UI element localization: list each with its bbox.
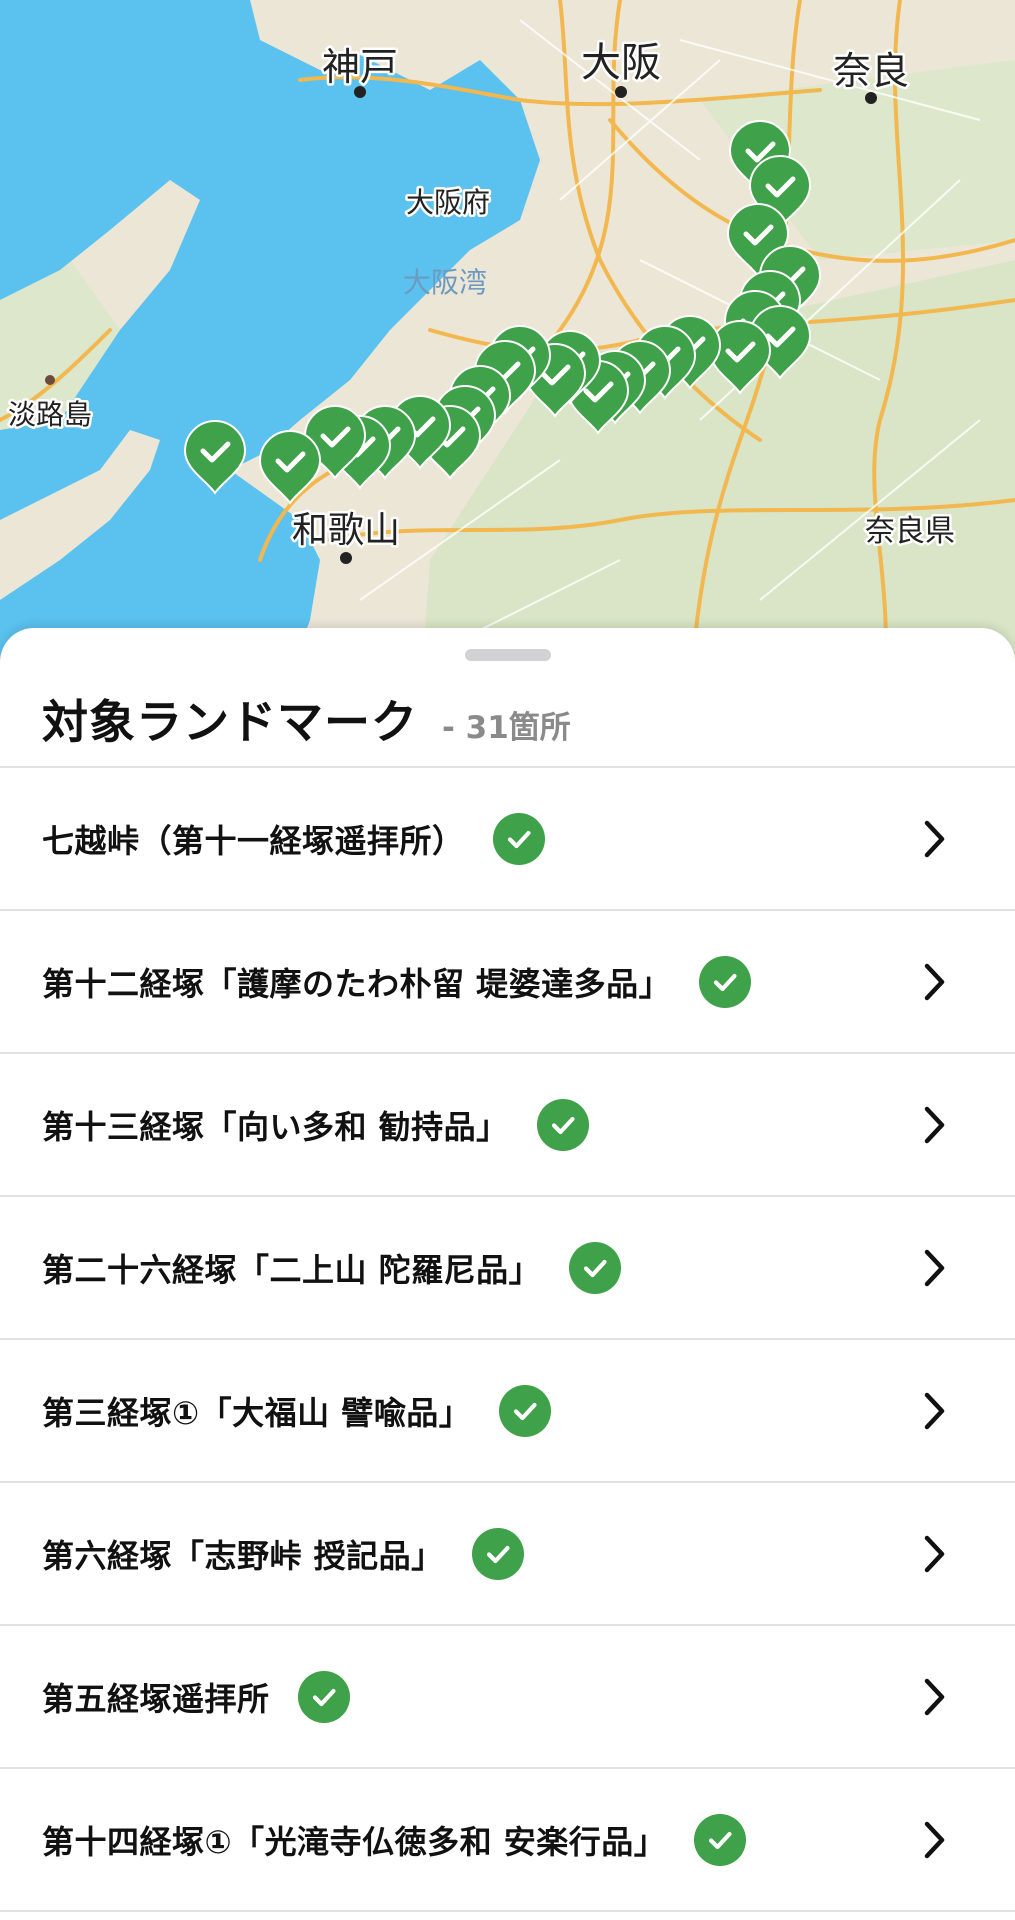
chevron-right-icon[interactable] [913, 1389, 957, 1433]
sheet-drag-handle[interactable] [465, 649, 551, 661]
check-circle-icon [536, 1098, 589, 1151]
landmark-name: 第十二経塚「護摩のたわ朴留 堤婆達多品」 [42, 964, 672, 1003]
landmark-count: - 31箇所 [442, 710, 571, 746]
map-label-osaka-bay: 大阪湾 [403, 266, 487, 299]
check-circle-icon [492, 812, 545, 865]
chevron-right-icon[interactable] [913, 1103, 957, 1147]
landmark-row[interactable]: 七越峠（第十一経塚遥拝所） [0, 768, 1015, 911]
chevron-right-icon[interactable] [913, 1675, 957, 1719]
check-circle-icon [297, 1670, 350, 1723]
map-dot-nara [865, 92, 877, 104]
landmark-row[interactable]: 第十三経塚「向い多和 勧持品」 [0, 1054, 1015, 1197]
map-label-wakayama: 和歌山 [292, 510, 400, 551]
landmark-name: 第二十六経塚「二上山 陀羅尼品」 [42, 1250, 542, 1289]
landmark-list: 七越峠（第十一経塚遥拝所） 第十二経塚「護摩のたわ朴留 堤婆達多品」 第十三経塚「向… [0, 766, 1015, 1912]
landmark-row[interactable]: 第六経塚「志野峠 授記品」 [0, 1483, 1015, 1626]
map-label-awaji: 淡路島 [8, 398, 92, 431]
sheet-header: 対象ランドマーク - 31箇所 [42, 686, 571, 756]
chevron-right-icon[interactable] [913, 1532, 957, 1576]
check-circle-icon [471, 1527, 524, 1580]
map-dot-wakayama [340, 552, 352, 564]
landmark-row[interactable]: 第二十六経塚「二上山 陀羅尼品」 [0, 1197, 1015, 1340]
map-view[interactable]: 神戸 大阪 奈良 大阪府 大阪湾 淡路島 和歌山 奈良県 [0, 0, 1015, 700]
landmark-row[interactable]: 第三経塚①「大福山 譬喩品」 [0, 1340, 1015, 1483]
landmark-name: 第十三経塚「向い多和 勧持品」 [42, 1107, 509, 1146]
check-circle-icon [569, 1241, 622, 1294]
map-dot-awaji [45, 375, 55, 385]
map-dot-osaka [615, 86, 627, 98]
chevron-right-icon[interactable] [913, 1818, 957, 1862]
check-circle-icon [699, 955, 752, 1008]
landmark-row[interactable]: 第十四経塚①「光滝寺仏徳多和 安楽行品」 [0, 1769, 1015, 1912]
landmark-name: 第六経塚「志野峠 授記品」 [42, 1536, 444, 1575]
map-label-nara: 奈良 [833, 49, 909, 93]
check-circle-icon [499, 1384, 552, 1437]
landmark-name: 第十四経塚①「光滝寺仏徳多和 安楽行品」 [42, 1822, 667, 1861]
landmark-row[interactable]: 第十二経塚「護摩のたわ朴留 堤婆達多品」 [0, 911, 1015, 1054]
landmark-row[interactable]: 第五経塚遥拝所 [0, 1626, 1015, 1769]
map-label-nara-pref: 奈良県 [865, 514, 955, 549]
map-label-kobe: 神戸 [322, 45, 398, 89]
map-canvas[interactable]: 神戸 大阪 奈良 大阪府 大阪湾 淡路島 和歌山 奈良県 [0, 0, 1015, 700]
landmark-name: 第五経塚遥拝所 [42, 1679, 270, 1718]
chevron-right-icon[interactable] [913, 817, 957, 861]
landmark-name: 七越峠（第十一経塚遥拝所） [42, 821, 465, 860]
map-label-osaka: 大阪 [581, 40, 661, 86]
app-screen: 神戸 大阪 奈良 大阪府 大阪湾 淡路島 和歌山 奈良県 対象ランドマーク - … [0, 0, 1015, 1920]
chevron-right-icon[interactable] [913, 1246, 957, 1290]
sheet-title: 対象ランドマーク [42, 695, 418, 749]
landmark-sheet: 対象ランドマーク - 31箇所 七越峠（第十一経塚遥拝所） 第十二経塚「護摩のたわ… [0, 628, 1015, 1920]
map-label-osaka-pref: 大阪府 [406, 186, 490, 219]
chevron-right-icon[interactable] [913, 960, 957, 1004]
check-circle-icon [694, 1813, 747, 1866]
landmark-name: 第三経塚①「大福山 譬喩品」 [42, 1393, 472, 1432]
